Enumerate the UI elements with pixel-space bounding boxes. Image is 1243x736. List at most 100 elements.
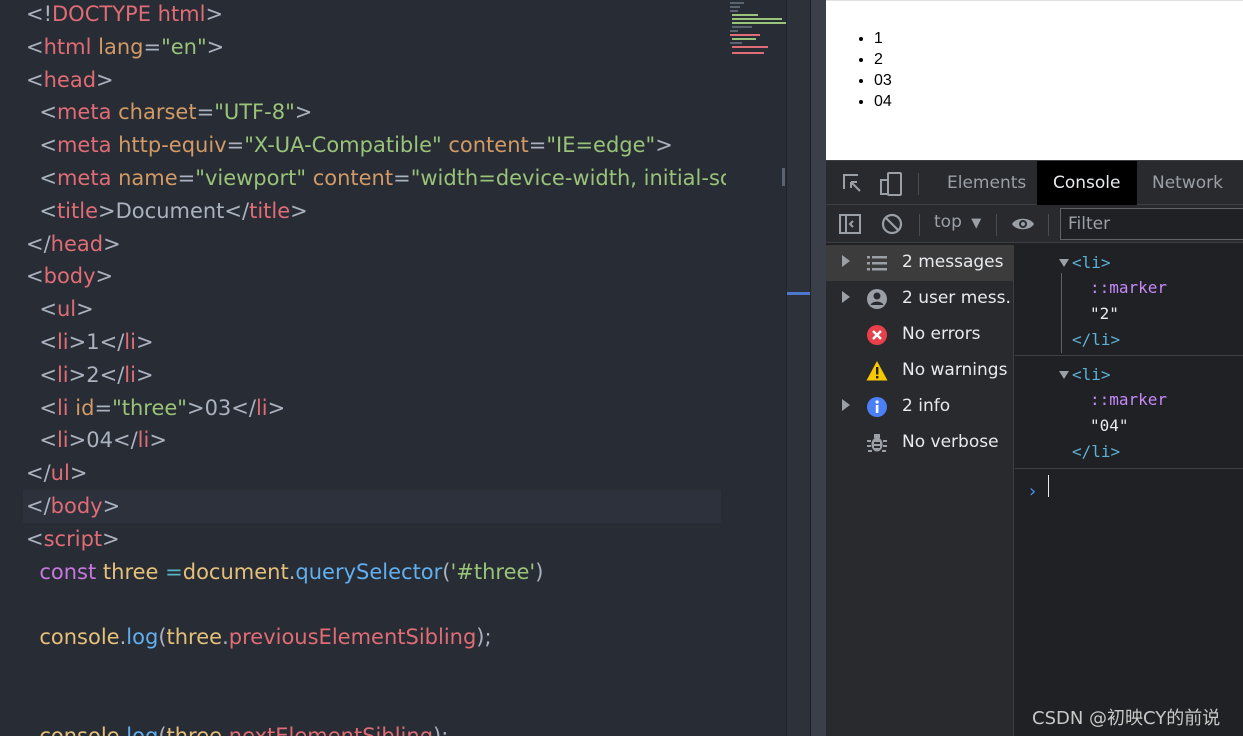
filter-input[interactable]: Filter <box>1060 208 1243 240</box>
code-token: < <box>26 526 44 551</box>
code-line[interactable]: <ul> <box>26 293 726 326</box>
code-line[interactable]: console.log(three.nextElementSibling); <box>26 720 726 736</box>
minimap[interactable] <box>728 0 786 60</box>
code-token: < <box>26 34 44 59</box>
error-icon <box>866 324 888 346</box>
code-token: = <box>226 133 245 158</box>
code-line[interactable]: const three =document.querySelector('#th… <box>26 556 726 589</box>
code-line[interactable]: console.log(three.previousElementSibling… <box>26 621 726 654</box>
tab-elements[interactable]: Elements <box>931 161 1042 205</box>
code-token: meta <box>56 100 112 125</box>
code-token: 04 <box>86 428 113 453</box>
code-line[interactable]: <li>2</li> <box>26 359 726 392</box>
code-line[interactable]: <meta name="viewport" content="width=dev… <box>26 162 726 195</box>
code-token: > <box>206 34 225 59</box>
code-token: < <box>26 362 57 387</box>
code-line[interactable]: <meta charset="UTF-8"> <box>26 96 726 129</box>
sidebar-item-label: 2 messages <box>902 252 1004 272</box>
eye-icon[interactable] <box>1010 211 1036 242</box>
code-line[interactable]: <head> <box>26 64 726 97</box>
code-line[interactable]: <li>1</li> <box>26 326 726 359</box>
element-open-tag[interactable]: <li> <box>1072 365 1111 384</box>
code-token: > <box>68 428 87 453</box>
console-input-caret[interactable] <box>1048 475 1049 497</box>
sidebar-item-info[interactable]: 2 info <box>826 389 1014 425</box>
code-token: < <box>26 329 57 354</box>
console-message[interactable]: <li> ::marker "04" </li> <box>1015 357 1243 469</box>
expand-arrow-icon[interactable] <box>842 291 850 303</box>
code-token: ( <box>158 625 167 650</box>
context-selector[interactable]: top ▼ <box>934 212 981 232</box>
code-line[interactable]: <!DOCTYPE html> <box>26 0 726 31</box>
sidebar-toggle-icon[interactable] <box>838 212 862 241</box>
sidebar-item-warning[interactable]: No warnings <box>826 353 1014 389</box>
code-line[interactable] <box>26 687 726 720</box>
sidebar-item-list[interactable]: 2 messages <box>826 245 1014 281</box>
expand-arrow-icon[interactable] <box>842 399 850 411</box>
code-token: querySelector <box>295 559 443 584</box>
expand-triangle-icon[interactable] <box>1059 371 1069 379</box>
code-token: = <box>143 34 162 59</box>
code-token: ) <box>535 559 544 584</box>
code-token: "three" <box>112 395 187 420</box>
pane-splitter[interactable] <box>810 0 826 736</box>
code-token: > <box>205 2 224 26</box>
code-token: li <box>56 329 69 354</box>
code-line[interactable] <box>26 588 726 621</box>
code-line[interactable]: <li>04</li> <box>26 424 726 457</box>
code-token: > <box>68 329 87 354</box>
code-token: < <box>26 133 57 158</box>
toolbar-separator <box>919 214 920 236</box>
code-token: document <box>182 559 289 584</box>
code-line[interactable]: <meta http-equiv="X-UA-Compatible" conte… <box>26 129 726 162</box>
code-token: body <box>50 493 103 518</box>
watermark: CSDN @初映CY的前说 <box>1032 708 1221 729</box>
code-token: li <box>124 329 136 354</box>
code-line[interactable]: <title>Document</title> <box>26 195 726 228</box>
code-token: > <box>68 362 87 387</box>
code-token: name <box>111 165 178 190</box>
console-output[interactable]: <li> ::marker "2" </li> <li> ::marker "0… <box>1015 245 1243 736</box>
expand-arrow-icon[interactable] <box>842 255 850 267</box>
inspect-element-icon[interactable] <box>840 171 864 200</box>
code-line[interactable] <box>26 654 726 687</box>
code-token: title <box>56 198 99 223</box>
code-token: > <box>103 231 121 256</box>
device-toggle-icon[interactable] <box>878 171 904 202</box>
code-token: head <box>43 67 97 92</box>
code-lines[interactable]: <!DOCTYPE html> <html lang="en"> <head> <m… <box>23 0 726 736</box>
code-token: > <box>69 461 88 486</box>
code-line[interactable]: <li id="three">03</li> <box>26 392 726 425</box>
element-open-tag[interactable]: <li> <box>1072 253 1111 272</box>
code-line[interactable]: </body> <box>23 489 721 523</box>
sidebar-item-user[interactable]: 2 user mess… <box>826 281 1014 317</box>
code-line[interactable]: <body> <box>26 260 726 293</box>
code-token: </ <box>26 461 51 486</box>
code-token: </ <box>26 231 51 256</box>
expand-triangle-icon[interactable] <box>1059 259 1069 267</box>
sidebar-item-error[interactable]: No errors <box>826 317 1014 353</box>
tab-console[interactable]: Console <box>1037 161 1137 205</box>
code-token: <! <box>26 2 53 26</box>
code-token: > <box>102 493 121 518</box>
code-line[interactable]: <html lang="en"> <box>26 31 726 64</box>
tab-network[interactable]: Network <box>1136 161 1239 205</box>
code-editor[interactable]: <!DOCTYPE html> <html lang="en"> <head> <m… <box>0 0 810 736</box>
sidebar-item-label: No warnings <box>902 360 1008 380</box>
code-token: three <box>96 559 159 584</box>
code-line[interactable]: </ul> <box>26 457 726 490</box>
warning-icon <box>866 360 888 382</box>
preview-list-item: 1 <box>874 28 892 49</box>
code-token: ( <box>442 559 451 584</box>
console-message[interactable]: <li> ::marker "2" </li> <box>1015 245 1243 356</box>
code-token: li <box>56 362 69 387</box>
code-token: . <box>222 625 229 650</box>
sidebar-item-bug[interactable]: No verbose <box>826 425 1014 461</box>
preview-list-item: 04 <box>874 91 892 112</box>
clear-console-icon[interactable] <box>880 212 904 241</box>
code-line[interactable]: </head> <box>26 228 726 261</box>
code-token: = <box>528 133 547 158</box>
code-line[interactable]: <script> <box>26 523 726 556</box>
editor-scrollbar[interactable] <box>786 0 810 736</box>
code-token: </ <box>99 329 125 354</box>
